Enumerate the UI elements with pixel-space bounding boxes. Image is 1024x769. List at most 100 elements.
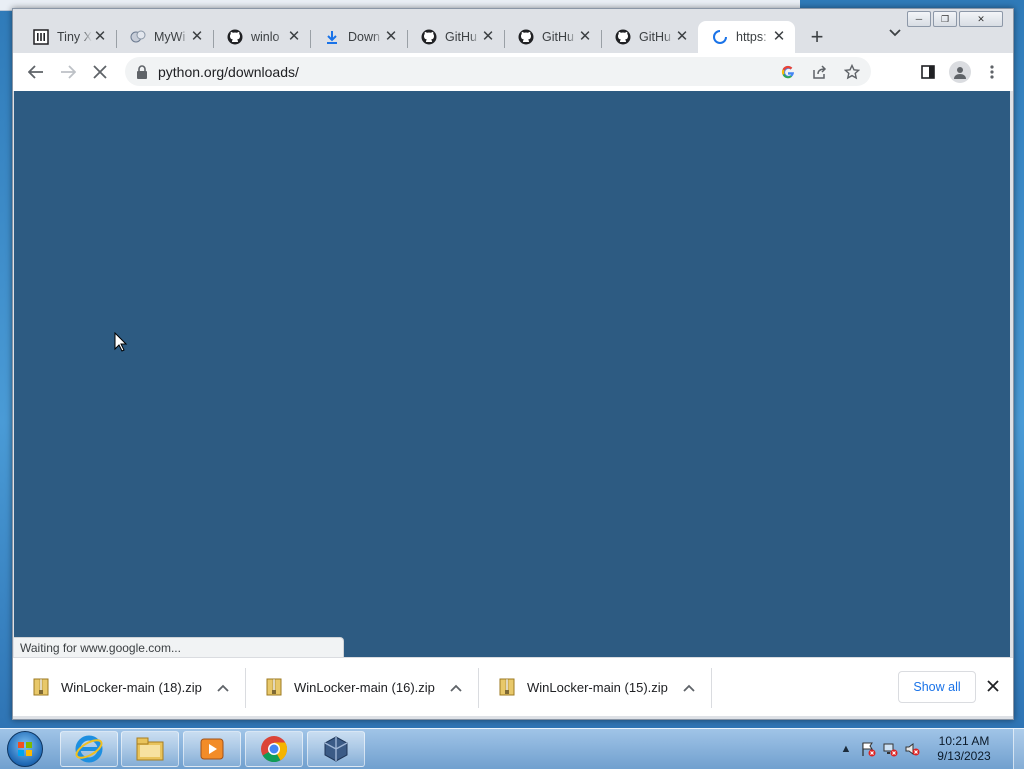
tab-close-icon[interactable]: ✕ — [771, 29, 787, 45]
github-icon — [518, 29, 534, 45]
tab-title: GitHu — [639, 30, 671, 44]
tab-close-icon[interactable]: ✕ — [480, 29, 496, 45]
google-lens-button[interactable] — [773, 57, 803, 86]
chrome-icon — [261, 736, 288, 763]
mouse-cursor-icon — [114, 332, 128, 352]
github-icon — [615, 29, 631, 45]
tab-tiny-x[interactable]: Tiny X ✕ — [19, 21, 116, 53]
download-filename: WinLocker-main (15).zip — [527, 679, 668, 695]
taskbar-clock[interactable]: 10:21 AM 9/13/2023 — [929, 734, 999, 764]
museum-icon — [33, 29, 49, 45]
google-icon — [781, 65, 794, 78]
taskbar-internet-explorer[interactable] — [60, 731, 118, 767]
tab-title: Down — [348, 30, 380, 44]
tab-github-2[interactable]: GitHu ✕ — [504, 21, 601, 53]
loading-spinner-icon — [712, 29, 728, 45]
tab-active-https[interactable]: https: ✕ — [698, 21, 795, 53]
back-arrow-icon — [28, 65, 43, 79]
forward-button[interactable] — [53, 57, 83, 87]
taskbar-virtualbox[interactable] — [307, 731, 365, 767]
status-bubble: Waiting for www.google.com... — [14, 637, 344, 657]
page-content[interactable] — [14, 91, 1010, 657]
plus-icon: + — [810, 24, 824, 49]
tab-close-icon[interactable]: ✕ — [383, 29, 399, 45]
action-center-flag-icon[interactable] — [857, 738, 879, 760]
forward-arrow-icon — [61, 65, 76, 79]
mywi-icon — [130, 29, 146, 45]
taskbar-media-player[interactable] — [183, 731, 241, 767]
chevron-up-icon[interactable] — [216, 680, 230, 695]
tab-downloads[interactable]: Down ✕ — [310, 21, 407, 53]
download-filename: WinLocker-main (16).zip — [294, 679, 435, 695]
star-icon — [844, 63, 860, 79]
tab-github-3[interactable]: GitHu ✕ — [601, 21, 698, 53]
download-filename: WinLocker-main (18).zip — [61, 679, 202, 695]
browser-toolbar: python.org/downloads/ — [13, 53, 1013, 91]
profile-button[interactable] — [945, 57, 975, 87]
lock-icon — [137, 64, 147, 79]
share-icon — [813, 64, 827, 79]
download-shelf: WinLocker-main (18).zip WinLocker-main (… — [13, 657, 1013, 716]
download-item[interactable]: WinLocker-main (15).zip — [479, 658, 712, 716]
clock-date: 9/13/2023 — [937, 749, 991, 763]
bookmark-button[interactable] — [837, 57, 867, 86]
tab-winlo[interactable]: winlo ✕ — [213, 21, 310, 53]
avatar-icon — [949, 61, 971, 83]
show-all-button[interactable]: Show all — [898, 671, 976, 703]
tab-strip: Tiny X ✕ MyWi ✕ winlo ✕ Down ✕ GitHu ✕ G… — [19, 19, 959, 53]
download-icon — [324, 29, 340, 45]
download-item[interactable]: WinLocker-main (16).zip — [246, 658, 479, 716]
internet-explorer-icon — [75, 735, 103, 763]
tab-title: MyWi — [154, 30, 186, 44]
tab-title: https: — [736, 30, 767, 44]
download-item[interactable]: WinLocker-main (18).zip — [13, 658, 246, 716]
tab-close-icon[interactable]: ✕ — [577, 29, 593, 45]
zip-file-icon — [266, 678, 282, 696]
clock-time: 10:21 AM — [938, 734, 990, 748]
stop-loading-button[interactable] — [85, 57, 115, 87]
chevron-up-icon[interactable] — [682, 680, 696, 695]
taskbar-file-explorer[interactable] — [121, 731, 179, 767]
close-icon — [987, 680, 999, 692]
browser-window: ─ ❐ ✕ Tiny X ✕ MyWi ✕ winlo ✕ Down ✕ Git… — [12, 8, 1014, 720]
side-panel-icon — [921, 65, 935, 79]
close-shelf-button[interactable] — [983, 676, 1003, 696]
menu-button[interactable] — [977, 57, 1007, 87]
share-button[interactable] — [805, 57, 835, 86]
tab-close-icon[interactable]: ✕ — [92, 29, 108, 45]
virtualbox-icon — [324, 736, 348, 762]
tab-title: GitHu — [542, 30, 574, 44]
tab-close-icon[interactable]: ✕ — [189, 29, 205, 45]
network-icon[interactable] — [879, 738, 901, 760]
more-vert-icon — [990, 65, 994, 79]
url-text: python.org/downloads/ — [158, 63, 299, 80]
file-explorer-icon — [136, 737, 164, 761]
new-tab-button[interactable]: + — [801, 21, 833, 53]
system-tray: ▲ 10:21 AM 9/13/2023 — [835, 729, 1024, 769]
tab-title: winlo — [251, 30, 280, 44]
tab-mywi[interactable]: MyWi ✕ — [116, 21, 213, 53]
close-window-button[interactable]: ✕ — [959, 11, 1003, 27]
volume-muted-icon[interactable] — [901, 738, 923, 760]
back-button[interactable] — [21, 57, 51, 87]
chevron-up-icon[interactable] — [449, 680, 463, 695]
tab-github-1[interactable]: GitHu ✕ — [407, 21, 504, 53]
tab-close-icon[interactable]: ✕ — [286, 29, 302, 45]
taskbar-chrome[interactable] — [245, 731, 303, 767]
address-bar[interactable]: python.org/downloads/ — [125, 57, 871, 86]
zip-file-icon — [499, 678, 515, 696]
show-hidden-icons-button[interactable]: ▲ — [835, 738, 857, 760]
start-button[interactable] — [4, 730, 46, 768]
close-icon — [93, 65, 107, 79]
windows-logo-icon — [7, 731, 43, 767]
tab-search-button[interactable] — [885, 23, 905, 43]
tab-title: GitHu — [445, 30, 477, 44]
github-icon — [227, 29, 243, 45]
taskbar: ▲ 10:21 AM 9/13/2023 — [0, 728, 1024, 769]
github-icon — [421, 29, 437, 45]
side-panel-button[interactable] — [913, 57, 943, 87]
chevron-down-icon — [889, 29, 901, 37]
tab-title: Tiny X — [57, 30, 92, 44]
tab-close-icon[interactable]: ✕ — [674, 29, 690, 45]
show-desktop-button[interactable] — [1013, 729, 1024, 769]
